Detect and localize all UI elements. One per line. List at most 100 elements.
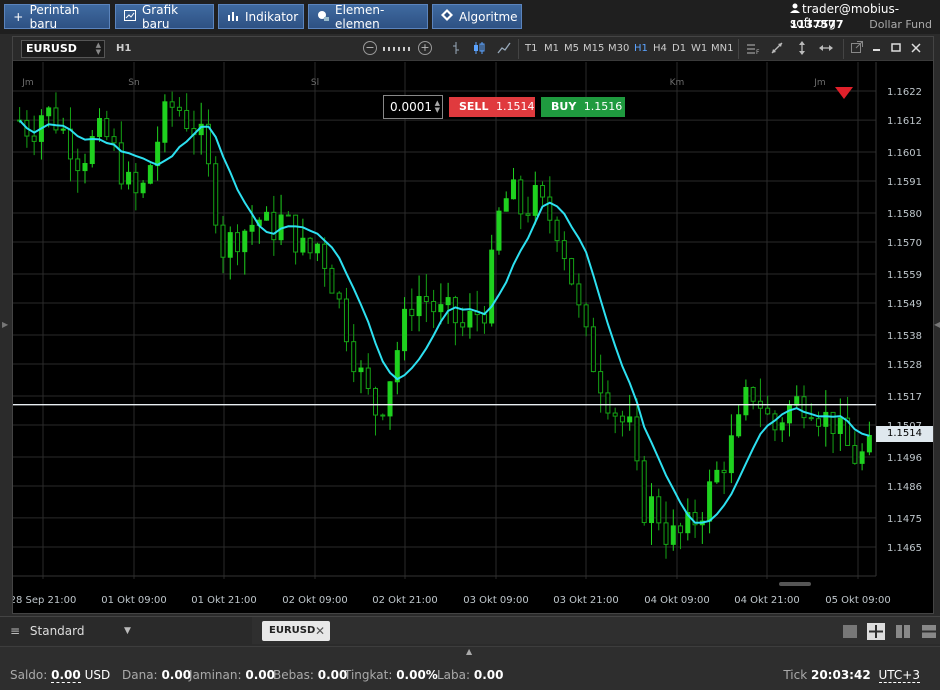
timeframe-w1[interactable]: W1: [691, 43, 707, 54]
free-margin: Bebas: 0.00: [273, 668, 347, 682]
free-margin-label: Bebas:: [273, 668, 314, 682]
candle-body: [97, 118, 103, 138]
free-margin-value: 0.00: [317, 668, 348, 682]
account-info[interactable]: trader@mobius-soft.org 1137577 Dollar Fu…: [790, 0, 936, 32]
horizontal-line-icon[interactable]: [819, 41, 833, 58]
candle-body: [351, 341, 357, 373]
timeframe-h1[interactable]: H1: [634, 43, 648, 54]
timeframe-m30[interactable]: M30: [608, 43, 629, 54]
balance-value[interactable]: 0.00: [51, 668, 81, 683]
timeframe-m1[interactable]: M1: [544, 43, 559, 54]
candle-body: [314, 243, 320, 254]
timeframe-m5[interactable]: M5: [564, 43, 579, 54]
x-tick-label: 02 Okt 09:00: [282, 595, 347, 606]
timeframe-mn1[interactable]: MN1: [711, 43, 733, 54]
y-tick-label: 1.1538: [887, 331, 922, 342]
candle-body: [736, 414, 742, 437]
candle-body: [678, 525, 684, 534]
elements-button[interactable]: Elemen-elemen: [308, 3, 428, 31]
zoom-in-icon[interactable]: +: [418, 41, 432, 55]
new-chart-button[interactable]: Grafik baru: [115, 3, 214, 31]
buy-price: 1.1516: [583, 100, 623, 113]
equity: Dana: 0.00: [122, 668, 191, 682]
candle-body: [307, 237, 313, 254]
workspace-select[interactable]: ≡ Standard ▼: [0, 617, 252, 645]
candle-body: [656, 496, 662, 524]
lot-size-input[interactable]: 0.0001 ▲ ▼: [383, 95, 443, 119]
candle-body: [169, 101, 175, 108]
line-type-icon[interactable]: [497, 41, 511, 59]
margin-level-label: Tingkat:: [344, 668, 393, 682]
chart-plot-area[interactable]: 1.1622 1.1612 1.1601 1.1591 1.1580 1.1570 1.15…: [13, 62, 933, 613]
timeframe-h4[interactable]: H4: [653, 43, 667, 54]
candlestick-chart[interactable]: 1.1622 1.1612 1.1601 1.1591 1.1580 1.1570 1.15…: [13, 62, 933, 613]
trading-app: + Perintah baru Grafik baru Indikator El…: [0, 0, 940, 690]
timeframe-d1[interactable]: D1: [672, 43, 686, 54]
balance-currency: USD: [84, 668, 111, 682]
candle-body: [547, 196, 553, 221]
indicator-list-icon[interactable]: F: [746, 41, 760, 58]
sell-button[interactable]: SELL 1.1514: [449, 97, 535, 117]
candle-body: [89, 136, 95, 165]
candle-body: [365, 367, 371, 389]
timeframe-t1[interactable]: T1: [525, 43, 537, 54]
bar-chart-type-icon[interactable]: [451, 41, 461, 59]
candle-body: [184, 109, 190, 130]
candle-body: [721, 469, 727, 474]
left-panel-grip[interactable]: ▶: [2, 320, 8, 329]
candle-body: [380, 414, 386, 417]
indicator-button[interactable]: Indikator: [218, 4, 304, 29]
y-tick-label: 1.1517: [887, 392, 922, 403]
candle-body: [583, 304, 589, 328]
detach-window-icon[interactable]: [851, 41, 863, 56]
y-tick-label: 1.1549: [887, 299, 922, 310]
symbol-select[interactable]: EURUSD ▲ ▼: [21, 40, 105, 58]
candle-body: [445, 297, 451, 306]
candle-body: [213, 163, 219, 226]
diamond-icon: [441, 9, 453, 24]
algorithm-label: Algoritme: [459, 9, 518, 24]
layout-single-icon[interactable]: [843, 625, 857, 638]
candle-body: [227, 232, 233, 258]
x-tick-label: 04 Okt 21:00: [734, 595, 799, 606]
layout-grid-icon[interactable]: [867, 623, 885, 640]
buy-button[interactable]: BUY 1.1516: [541, 97, 625, 117]
candle-body: [510, 179, 516, 200]
y-tick-label: 1.1591: [887, 177, 922, 188]
candlestick-type-icon[interactable]: [473, 41, 485, 59]
algorithm-button[interactable]: Algoritme: [432, 4, 522, 29]
vertical-line-icon[interactable]: [797, 41, 807, 58]
new-order-button[interactable]: + Perintah baru: [4, 3, 110, 31]
close-tab-icon[interactable]: ✕: [315, 621, 325, 641]
svg-text:F: F: [756, 49, 760, 55]
x-tick-label: 04 Okt 09:00: [644, 595, 709, 606]
expand-panel-icon[interactable]: ▲: [466, 647, 472, 656]
zoom-level-indicator[interactable]: [383, 47, 413, 51]
maximize-icon[interactable]: [891, 41, 901, 56]
close-icon[interactable]: [911, 41, 921, 56]
candle-body: [133, 171, 139, 194]
trendline-icon[interactable]: [770, 41, 784, 58]
candle-body: [779, 422, 785, 431]
alert-marker-icon[interactable]: [835, 87, 853, 99]
chart-tab[interactable]: EURUSD ✕: [262, 621, 330, 641]
right-panel-grip[interactable]: ◀: [934, 320, 940, 329]
candle-body: [590, 326, 596, 373]
profit-value: 0.00: [473, 668, 504, 682]
candle-body: [373, 387, 379, 416]
candle-body: [496, 210, 502, 251]
layout-columns-icon[interactable]: [896, 625, 910, 638]
candle-body: [53, 107, 59, 131]
y-tick-label: 1.1486: [887, 482, 922, 493]
chart-window: EURUSD ▲▼ H1 − + T1 M1 M5 M15 M30 H1 H4: [12, 36, 934, 614]
layout-rows-icon[interactable]: [922, 625, 936, 638]
balance-label: Saldo:: [10, 668, 48, 682]
candle-body: [598, 371, 604, 394]
zoom-out-icon[interactable]: −: [363, 41, 377, 55]
x-tick-label: 01 Okt 09:00: [101, 595, 166, 606]
minimize-icon[interactable]: [872, 41, 882, 56]
timezone-select[interactable]: UTC+3: [878, 668, 920, 683]
timeframe-m15[interactable]: M15: [583, 43, 604, 54]
candle-body: [358, 367, 364, 373]
candle-body: [31, 135, 37, 142]
